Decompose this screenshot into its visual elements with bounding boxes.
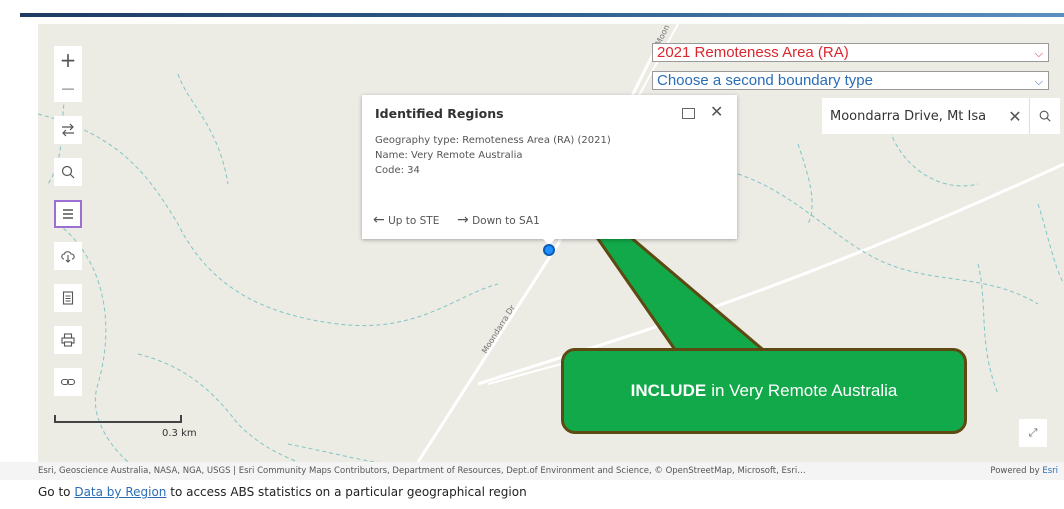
report-icon bbox=[62, 291, 74, 305]
layer-list-button[interactable] bbox=[54, 200, 82, 228]
map-view[interactable]: Moondarra Dr Moon + — 2021 Remoteness Ar… bbox=[38, 24, 1064, 462]
chevron-down-icon: ⌵ bbox=[1034, 76, 1043, 88]
swap-icon bbox=[62, 123, 74, 137]
callout-text: in Very Remote Australia bbox=[711, 381, 898, 400]
print-icon bbox=[61, 333, 75, 347]
down-to-sa1-label: Down to SA1 bbox=[472, 215, 540, 227]
popup-title: Identified Regions bbox=[375, 106, 504, 121]
list-icon bbox=[63, 209, 73, 219]
header-accent-bar bbox=[20, 13, 1064, 17]
up-to-ste-link[interactable]: ← Up to STE bbox=[373, 212, 439, 228]
road-label-moondarra: Moondarra Dr bbox=[480, 303, 517, 355]
popup-geography-type: Geography type: Remoteness Area (RA) (20… bbox=[375, 135, 611, 146]
minus-icon: — bbox=[62, 81, 74, 95]
popup-region-name: Name: Very Remote Australia bbox=[375, 150, 523, 161]
share-link-button[interactable] bbox=[54, 368, 82, 396]
chevron-down-icon: ⌵ bbox=[1034, 48, 1043, 60]
arrow-right-icon: → bbox=[457, 212, 469, 228]
report-button[interactable] bbox=[54, 284, 82, 312]
powered-by-prefix: Powered by bbox=[990, 466, 1043, 476]
dock-icon[interactable] bbox=[682, 108, 695, 119]
clear-search-icon[interactable]: ✕ bbox=[1001, 107, 1029, 126]
powered-by: Powered by Esri bbox=[990, 462, 1058, 480]
popup-region-code: Code: 34 bbox=[375, 165, 420, 176]
zoom-out-button[interactable]: — bbox=[54, 74, 82, 102]
up-to-ste-label: Up to STE bbox=[388, 215, 440, 227]
primary-boundary-value: 2021 Remoteness Area (RA) bbox=[657, 44, 849, 61]
down-to-sa1-link[interactable]: → Down to SA1 bbox=[457, 212, 540, 228]
scale-bar bbox=[54, 415, 182, 423]
download-button[interactable] bbox=[54, 242, 82, 270]
search-tool-button[interactable] bbox=[54, 158, 82, 186]
footer-note: Go to Data by Region to access ABS stati… bbox=[38, 485, 527, 499]
plus-icon: + bbox=[59, 48, 77, 72]
search-icon bbox=[61, 165, 75, 179]
search-icon bbox=[1039, 110, 1051, 122]
link-icon bbox=[60, 378, 76, 386]
arrow-left-icon: ← bbox=[373, 212, 385, 228]
footer-prefix: Go to bbox=[38, 485, 75, 499]
identify-popup: Identified Regions ✕ Geography type: Rem… bbox=[362, 95, 737, 245]
search-submit-button[interactable] bbox=[1029, 98, 1060, 134]
swap-button[interactable] bbox=[54, 116, 82, 144]
callout-emphasis: INCLUDE bbox=[630, 381, 707, 400]
esri-link[interactable]: Esri bbox=[1042, 466, 1058, 476]
download-icon bbox=[61, 251, 75, 263]
location-search[interactable]: Moondarra Drive, Mt Isa ✕ bbox=[822, 98, 1060, 134]
close-icon[interactable]: ✕ bbox=[710, 102, 723, 121]
primary-boundary-select[interactable]: 2021 Remoteness Area (RA) ⌵ bbox=[652, 43, 1049, 62]
expand-icon: ⤢ bbox=[1028, 426, 1038, 439]
zoom-in-button[interactable]: + bbox=[54, 46, 82, 74]
fullscreen-button[interactable]: ⤢ bbox=[1019, 419, 1047, 447]
scale-label: 0.3 km bbox=[162, 428, 197, 439]
map-attribution: Esri, Geoscience Australia, NASA, NGA, U… bbox=[0, 462, 1064, 480]
print-button[interactable] bbox=[54, 326, 82, 354]
secondary-boundary-select[interactable]: Choose a second boundary type ⌵ bbox=[652, 71, 1049, 90]
location-marker[interactable] bbox=[543, 244, 555, 256]
attribution-text: Esri, Geoscience Australia, NASA, NGA, U… bbox=[38, 466, 806, 476]
search-input[interactable]: Moondarra Drive, Mt Isa bbox=[822, 109, 1001, 124]
footer-suffix: to access ABS statistics on a particular… bbox=[166, 485, 527, 499]
data-by-region-link[interactable]: Data by Region bbox=[74, 485, 166, 499]
annotation-callout: INCLUDE in Very Remote Australia bbox=[561, 348, 967, 434]
secondary-boundary-value: Choose a second boundary type bbox=[657, 72, 873, 89]
